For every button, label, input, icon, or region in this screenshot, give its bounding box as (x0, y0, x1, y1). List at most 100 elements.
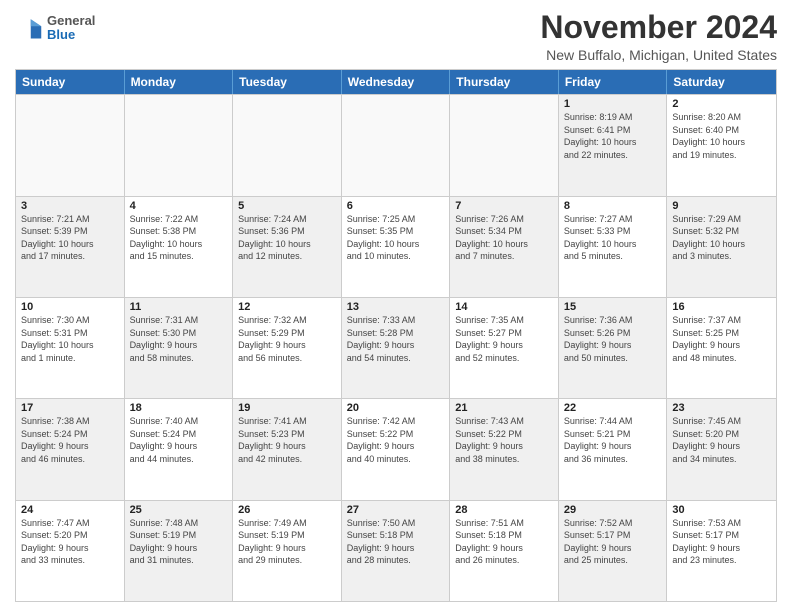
day-cell-25: 25Sunrise: 7:48 AM Sunset: 5:19 PM Dayli… (125, 501, 234, 601)
day-cell-9: 9Sunrise: 7:29 AM Sunset: 5:32 PM Daylig… (667, 197, 776, 297)
day-number: 26 (238, 504, 336, 516)
logo-text: General Blue (47, 14, 95, 43)
day-number: 3 (21, 200, 119, 212)
day-info: Sunrise: 7:50 AM Sunset: 5:18 PM Dayligh… (347, 517, 445, 567)
day-cell-29: 29Sunrise: 7:52 AM Sunset: 5:17 PM Dayli… (559, 501, 668, 601)
day-info: Sunrise: 8:20 AM Sunset: 6:40 PM Dayligh… (672, 111, 771, 161)
day-info: Sunrise: 7:30 AM Sunset: 5:31 PM Dayligh… (21, 314, 119, 364)
day-number: 24 (21, 504, 119, 516)
day-cell-22: 22Sunrise: 7:44 AM Sunset: 5:21 PM Dayli… (559, 399, 668, 499)
header-day-monday: Monday (125, 70, 234, 94)
day-number: 5 (238, 200, 336, 212)
day-info: Sunrise: 7:31 AM Sunset: 5:30 PM Dayligh… (130, 314, 228, 364)
day-info: Sunrise: 7:42 AM Sunset: 5:22 PM Dayligh… (347, 415, 445, 465)
calendar-row-2: 10Sunrise: 7:30 AM Sunset: 5:31 PM Dayli… (16, 297, 776, 398)
page: General Blue November 2024 New Buffalo, … (0, 0, 792, 612)
day-cell-26: 26Sunrise: 7:49 AM Sunset: 5:19 PM Dayli… (233, 501, 342, 601)
header-day-thursday: Thursday (450, 70, 559, 94)
day-number: 25 (130, 504, 228, 516)
day-number: 16 (672, 301, 771, 313)
day-info: Sunrise: 7:47 AM Sunset: 5:20 PM Dayligh… (21, 517, 119, 567)
day-number: 10 (21, 301, 119, 313)
day-cell-27: 27Sunrise: 7:50 AM Sunset: 5:18 PM Dayli… (342, 501, 451, 601)
day-info: Sunrise: 7:48 AM Sunset: 5:19 PM Dayligh… (130, 517, 228, 567)
day-cell-7: 7Sunrise: 7:26 AM Sunset: 5:34 PM Daylig… (450, 197, 559, 297)
day-info: Sunrise: 7:45 AM Sunset: 5:20 PM Dayligh… (672, 415, 771, 465)
day-info: Sunrise: 7:51 AM Sunset: 5:18 PM Dayligh… (455, 517, 553, 567)
day-info: Sunrise: 7:33 AM Sunset: 5:28 PM Dayligh… (347, 314, 445, 364)
day-number: 12 (238, 301, 336, 313)
day-cell-28: 28Sunrise: 7:51 AM Sunset: 5:18 PM Dayli… (450, 501, 559, 601)
day-info: Sunrise: 7:49 AM Sunset: 5:19 PM Dayligh… (238, 517, 336, 567)
month-title: November 2024 (540, 10, 777, 45)
empty-cell-0-3 (342, 95, 451, 195)
day-number: 9 (672, 200, 771, 212)
empty-cell-0-2 (233, 95, 342, 195)
day-number: 29 (564, 504, 662, 516)
day-number: 14 (455, 301, 553, 313)
day-info: Sunrise: 7:44 AM Sunset: 5:21 PM Dayligh… (564, 415, 662, 465)
day-info: Sunrise: 7:29 AM Sunset: 5:32 PM Dayligh… (672, 213, 771, 263)
header: General Blue November 2024 New Buffalo, … (15, 10, 777, 63)
day-cell-17: 17Sunrise: 7:38 AM Sunset: 5:24 PM Dayli… (16, 399, 125, 499)
calendar-row-1: 3Sunrise: 7:21 AM Sunset: 5:39 PM Daylig… (16, 196, 776, 297)
day-cell-23: 23Sunrise: 7:45 AM Sunset: 5:20 PM Dayli… (667, 399, 776, 499)
calendar-row-4: 24Sunrise: 7:47 AM Sunset: 5:20 PM Dayli… (16, 500, 776, 601)
day-number: 6 (347, 200, 445, 212)
calendar-header: SundayMondayTuesdayWednesdayThursdayFrid… (16, 70, 776, 94)
day-cell-21: 21Sunrise: 7:43 AM Sunset: 5:22 PM Dayli… (450, 399, 559, 499)
calendar-row-0: 1Sunrise: 8:19 AM Sunset: 6:41 PM Daylig… (16, 94, 776, 195)
day-cell-11: 11Sunrise: 7:31 AM Sunset: 5:30 PM Dayli… (125, 298, 234, 398)
day-info: Sunrise: 7:25 AM Sunset: 5:35 PM Dayligh… (347, 213, 445, 263)
header-day-friday: Friday (559, 70, 668, 94)
day-cell-13: 13Sunrise: 7:33 AM Sunset: 5:28 PM Dayli… (342, 298, 451, 398)
day-info: Sunrise: 7:37 AM Sunset: 5:25 PM Dayligh… (672, 314, 771, 364)
day-info: Sunrise: 7:24 AM Sunset: 5:36 PM Dayligh… (238, 213, 336, 263)
day-info: Sunrise: 7:22 AM Sunset: 5:38 PM Dayligh… (130, 213, 228, 263)
day-cell-14: 14Sunrise: 7:35 AM Sunset: 5:27 PM Dayli… (450, 298, 559, 398)
day-cell-5: 5Sunrise: 7:24 AM Sunset: 5:36 PM Daylig… (233, 197, 342, 297)
day-cell-20: 20Sunrise: 7:42 AM Sunset: 5:22 PM Dayli… (342, 399, 451, 499)
day-info: Sunrise: 7:21 AM Sunset: 5:39 PM Dayligh… (21, 213, 119, 263)
day-cell-15: 15Sunrise: 7:36 AM Sunset: 5:26 PM Dayli… (559, 298, 668, 398)
day-cell-4: 4Sunrise: 7:22 AM Sunset: 5:38 PM Daylig… (125, 197, 234, 297)
day-cell-1: 1Sunrise: 8:19 AM Sunset: 6:41 PM Daylig… (559, 95, 668, 195)
day-number: 23 (672, 402, 771, 414)
day-number: 21 (455, 402, 553, 414)
day-number: 11 (130, 301, 228, 313)
day-cell-12: 12Sunrise: 7:32 AM Sunset: 5:29 PM Dayli… (233, 298, 342, 398)
day-info: Sunrise: 7:53 AM Sunset: 5:17 PM Dayligh… (672, 517, 771, 567)
day-info: Sunrise: 7:26 AM Sunset: 5:34 PM Dayligh… (455, 213, 553, 263)
header-day-tuesday: Tuesday (233, 70, 342, 94)
header-day-sunday: Sunday (16, 70, 125, 94)
day-cell-10: 10Sunrise: 7:30 AM Sunset: 5:31 PM Dayli… (16, 298, 125, 398)
day-info: Sunrise: 7:27 AM Sunset: 5:33 PM Dayligh… (564, 213, 662, 263)
day-number: 1 (564, 98, 662, 110)
day-info: Sunrise: 7:32 AM Sunset: 5:29 PM Dayligh… (238, 314, 336, 364)
logo-icon (15, 14, 43, 42)
empty-cell-0-0 (16, 95, 125, 195)
day-number: 13 (347, 301, 445, 313)
day-cell-8: 8Sunrise: 7:27 AM Sunset: 5:33 PM Daylig… (559, 197, 668, 297)
day-info: Sunrise: 7:52 AM Sunset: 5:17 PM Dayligh… (564, 517, 662, 567)
day-info: Sunrise: 7:38 AM Sunset: 5:24 PM Dayligh… (21, 415, 119, 465)
calendar: SundayMondayTuesdayWednesdayThursdayFrid… (15, 69, 777, 602)
day-number: 15 (564, 301, 662, 313)
day-info: Sunrise: 7:41 AM Sunset: 5:23 PM Dayligh… (238, 415, 336, 465)
day-number: 30 (672, 504, 771, 516)
day-cell-18: 18Sunrise: 7:40 AM Sunset: 5:24 PM Dayli… (125, 399, 234, 499)
day-number: 28 (455, 504, 553, 516)
day-number: 2 (672, 98, 771, 110)
day-number: 7 (455, 200, 553, 212)
header-day-wednesday: Wednesday (342, 70, 451, 94)
day-number: 8 (564, 200, 662, 212)
calendar-body: 1Sunrise: 8:19 AM Sunset: 6:41 PM Daylig… (16, 94, 776, 601)
day-cell-3: 3Sunrise: 7:21 AM Sunset: 5:39 PM Daylig… (16, 197, 125, 297)
day-number: 27 (347, 504, 445, 516)
day-number: 19 (238, 402, 336, 414)
day-cell-6: 6Sunrise: 7:25 AM Sunset: 5:35 PM Daylig… (342, 197, 451, 297)
calendar-row-3: 17Sunrise: 7:38 AM Sunset: 5:24 PM Dayli… (16, 398, 776, 499)
day-cell-24: 24Sunrise: 7:47 AM Sunset: 5:20 PM Dayli… (16, 501, 125, 601)
title-area: November 2024 New Buffalo, Michigan, Uni… (540, 10, 777, 63)
empty-cell-0-1 (125, 95, 234, 195)
